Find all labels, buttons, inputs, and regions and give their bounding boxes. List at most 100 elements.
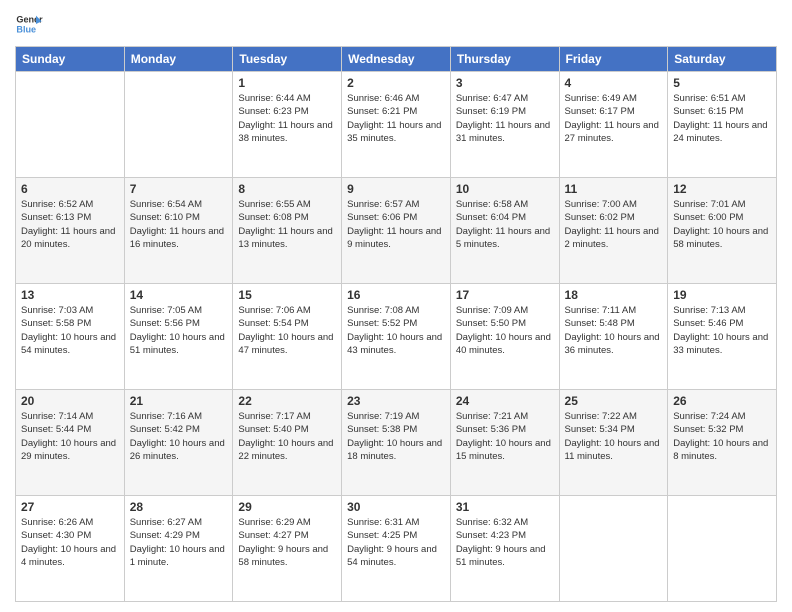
logo-icon: General Blue: [15, 10, 43, 38]
calendar-cell: [559, 496, 668, 602]
calendar-cell: [668, 496, 777, 602]
day-info: Sunrise: 7:08 AMSunset: 5:52 PMDaylight:…: [347, 305, 442, 356]
calendar-cell: [16, 72, 125, 178]
day-number: 5: [673, 76, 771, 90]
day-info: Sunrise: 6:46 AMSunset: 6:21 PMDaylight:…: [347, 93, 441, 144]
day-number: 14: [130, 288, 228, 302]
calendar-cell: 5 Sunrise: 6:51 AMSunset: 6:15 PMDayligh…: [668, 72, 777, 178]
day-number: 10: [456, 182, 554, 196]
day-info: Sunrise: 6:32 AMSunset: 4:23 PMDaylight:…: [456, 517, 546, 568]
calendar-cell: 24 Sunrise: 7:21 AMSunset: 5:36 PMDaylig…: [450, 390, 559, 496]
day-number: 31: [456, 500, 554, 514]
header-sunday: Sunday: [16, 47, 125, 72]
day-info: Sunrise: 6:57 AMSunset: 6:06 PMDaylight:…: [347, 199, 441, 250]
header-friday: Friday: [559, 47, 668, 72]
day-number: 21: [130, 394, 228, 408]
day-info: Sunrise: 6:58 AMSunset: 6:04 PMDaylight:…: [456, 199, 550, 250]
day-info: Sunrise: 7:11 AMSunset: 5:48 PMDaylight:…: [565, 305, 660, 356]
day-number: 11: [565, 182, 663, 196]
week-row-3: 13 Sunrise: 7:03 AMSunset: 5:58 PMDaylig…: [16, 284, 777, 390]
day-info: Sunrise: 7:24 AMSunset: 5:32 PMDaylight:…: [673, 411, 768, 462]
calendar-cell: 27 Sunrise: 6:26 AMSunset: 4:30 PMDaylig…: [16, 496, 125, 602]
calendar-cell: 6 Sunrise: 6:52 AMSunset: 6:13 PMDayligh…: [16, 178, 125, 284]
day-number: 6: [21, 182, 119, 196]
day-number: 25: [565, 394, 663, 408]
day-info: Sunrise: 7:21 AMSunset: 5:36 PMDaylight:…: [456, 411, 551, 462]
day-info: Sunrise: 6:31 AMSunset: 4:25 PMDaylight:…: [347, 517, 437, 568]
day-info: Sunrise: 6:29 AMSunset: 4:27 PMDaylight:…: [238, 517, 328, 568]
day-info: Sunrise: 7:16 AMSunset: 5:42 PMDaylight:…: [130, 411, 225, 462]
day-number: 30: [347, 500, 445, 514]
header-wednesday: Wednesday: [342, 47, 451, 72]
calendar-cell: 2 Sunrise: 6:46 AMSunset: 6:21 PMDayligh…: [342, 72, 451, 178]
calendar-cell: [124, 72, 233, 178]
calendar-cell: 29 Sunrise: 6:29 AMSunset: 4:27 PMDaylig…: [233, 496, 342, 602]
day-number: 28: [130, 500, 228, 514]
day-info: Sunrise: 7:17 AMSunset: 5:40 PMDaylight:…: [238, 411, 333, 462]
calendar-cell: 14 Sunrise: 7:05 AMSunset: 5:56 PMDaylig…: [124, 284, 233, 390]
day-number: 18: [565, 288, 663, 302]
calendar-cell: 16 Sunrise: 7:08 AMSunset: 5:52 PMDaylig…: [342, 284, 451, 390]
day-info: Sunrise: 6:49 AMSunset: 6:17 PMDaylight:…: [565, 93, 659, 144]
calendar-cell: 31 Sunrise: 6:32 AMSunset: 4:23 PMDaylig…: [450, 496, 559, 602]
day-info: Sunrise: 7:01 AMSunset: 6:00 PMDaylight:…: [673, 199, 768, 250]
day-number: 19: [673, 288, 771, 302]
day-number: 15: [238, 288, 336, 302]
week-row-4: 20 Sunrise: 7:14 AMSunset: 5:44 PMDaylig…: [16, 390, 777, 496]
calendar-cell: 12 Sunrise: 7:01 AMSunset: 6:00 PMDaylig…: [668, 178, 777, 284]
calendar-cell: 20 Sunrise: 7:14 AMSunset: 5:44 PMDaylig…: [16, 390, 125, 496]
week-row-2: 6 Sunrise: 6:52 AMSunset: 6:13 PMDayligh…: [16, 178, 777, 284]
day-number: 9: [347, 182, 445, 196]
calendar-cell: 18 Sunrise: 7:11 AMSunset: 5:48 PMDaylig…: [559, 284, 668, 390]
day-number: 17: [456, 288, 554, 302]
day-number: 27: [21, 500, 119, 514]
day-number: 23: [347, 394, 445, 408]
day-info: Sunrise: 6:52 AMSunset: 6:13 PMDaylight:…: [21, 199, 115, 250]
day-info: Sunrise: 7:14 AMSunset: 5:44 PMDaylight:…: [21, 411, 116, 462]
day-number: 24: [456, 394, 554, 408]
calendar-cell: 19 Sunrise: 7:13 AMSunset: 5:46 PMDaylig…: [668, 284, 777, 390]
calendar-cell: 22 Sunrise: 7:17 AMSunset: 5:40 PMDaylig…: [233, 390, 342, 496]
day-info: Sunrise: 7:13 AMSunset: 5:46 PMDaylight:…: [673, 305, 768, 356]
header-saturday: Saturday: [668, 47, 777, 72]
day-number: 26: [673, 394, 771, 408]
header-thursday: Thursday: [450, 47, 559, 72]
calendar-cell: 17 Sunrise: 7:09 AMSunset: 5:50 PMDaylig…: [450, 284, 559, 390]
calendar-cell: 30 Sunrise: 6:31 AMSunset: 4:25 PMDaylig…: [342, 496, 451, 602]
day-info: Sunrise: 6:26 AMSunset: 4:30 PMDaylight:…: [21, 517, 116, 568]
calendar-cell: 8 Sunrise: 6:55 AMSunset: 6:08 PMDayligh…: [233, 178, 342, 284]
header-monday: Monday: [124, 47, 233, 72]
calendar-cell: 3 Sunrise: 6:47 AMSunset: 6:19 PMDayligh…: [450, 72, 559, 178]
calendar-header-row: SundayMondayTuesdayWednesdayThursdayFrid…: [16, 47, 777, 72]
day-number: 22: [238, 394, 336, 408]
day-info: Sunrise: 6:27 AMSunset: 4:29 PMDaylight:…: [130, 517, 225, 568]
day-number: 2: [347, 76, 445, 90]
day-info: Sunrise: 6:54 AMSunset: 6:10 PMDaylight:…: [130, 199, 224, 250]
day-info: Sunrise: 6:44 AMSunset: 6:23 PMDaylight:…: [238, 93, 332, 144]
calendar-cell: 1 Sunrise: 6:44 AMSunset: 6:23 PMDayligh…: [233, 72, 342, 178]
day-info: Sunrise: 6:55 AMSunset: 6:08 PMDaylight:…: [238, 199, 332, 250]
day-number: 8: [238, 182, 336, 196]
day-info: Sunrise: 7:06 AMSunset: 5:54 PMDaylight:…: [238, 305, 333, 356]
calendar-cell: 10 Sunrise: 6:58 AMSunset: 6:04 PMDaylig…: [450, 178, 559, 284]
day-info: Sunrise: 7:03 AMSunset: 5:58 PMDaylight:…: [21, 305, 116, 356]
day-number: 3: [456, 76, 554, 90]
calendar-cell: 15 Sunrise: 7:06 AMSunset: 5:54 PMDaylig…: [233, 284, 342, 390]
calendar-cell: 4 Sunrise: 6:49 AMSunset: 6:17 PMDayligh…: [559, 72, 668, 178]
day-info: Sunrise: 7:00 AMSunset: 6:02 PMDaylight:…: [565, 199, 659, 250]
day-number: 16: [347, 288, 445, 302]
calendar-cell: 7 Sunrise: 6:54 AMSunset: 6:10 PMDayligh…: [124, 178, 233, 284]
calendar-cell: 28 Sunrise: 6:27 AMSunset: 4:29 PMDaylig…: [124, 496, 233, 602]
day-info: Sunrise: 6:47 AMSunset: 6:19 PMDaylight:…: [456, 93, 550, 144]
week-row-1: 1 Sunrise: 6:44 AMSunset: 6:23 PMDayligh…: [16, 72, 777, 178]
day-info: Sunrise: 7:22 AMSunset: 5:34 PMDaylight:…: [565, 411, 660, 462]
calendar-cell: 11 Sunrise: 7:00 AMSunset: 6:02 PMDaylig…: [559, 178, 668, 284]
day-number: 4: [565, 76, 663, 90]
calendar-cell: 13 Sunrise: 7:03 AMSunset: 5:58 PMDaylig…: [16, 284, 125, 390]
day-info: Sunrise: 6:51 AMSunset: 6:15 PMDaylight:…: [673, 93, 767, 144]
day-info: Sunrise: 7:05 AMSunset: 5:56 PMDaylight:…: [130, 305, 225, 356]
calendar-cell: 26 Sunrise: 7:24 AMSunset: 5:32 PMDaylig…: [668, 390, 777, 496]
day-number: 13: [21, 288, 119, 302]
day-number: 20: [21, 394, 119, 408]
day-number: 12: [673, 182, 771, 196]
